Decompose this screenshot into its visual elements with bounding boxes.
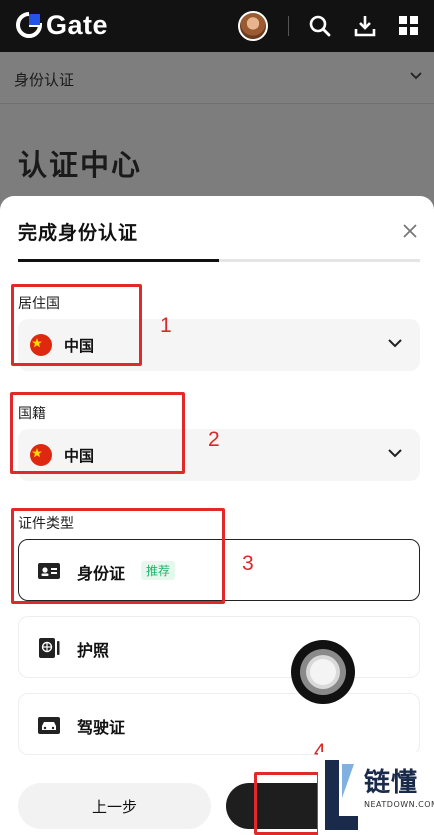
annotation-box-1 [11,284,142,366]
identity-subnav[interactable]: 身份认证 [0,52,434,104]
page-title: 认证中心 [18,148,143,182]
chevron-down-icon [388,339,402,348]
prev-button[interactable]: 上一步 [18,783,211,829]
gate-logo[interactable]: Gate [16,9,108,41]
brand-name: Gate [46,9,109,40]
annotation-box-3 [11,508,225,604]
annotation-box-2 [10,392,185,474]
doc-option-label: 驾驶证 [77,718,126,737]
doc-option-label: 护照 [77,641,110,660]
passport-icon [39,638,60,658]
avatar[interactable] [238,11,268,41]
watermark-logo-icon [325,760,358,830]
progress-bar [18,259,420,262]
annotation-number-3: 3 [242,552,254,575]
download-icon[interactable] [352,13,378,39]
gate-logo-icon [16,12,42,38]
nav-divider [288,16,289,36]
subnav-label: 身份认证 [14,71,75,89]
close-icon[interactable] [401,222,419,240]
annotation-number-1: 1 [160,314,172,337]
annotation-box-4 [254,772,320,835]
grid-menu-icon[interactable] [396,13,422,39]
search-icon[interactable] [307,13,333,39]
assistive-touch-button[interactable] [291,640,355,704]
doc-option-drivers-license[interactable]: 驾驶证 [18,693,420,755]
progress-fill [18,259,219,262]
watermark-subtext: NEATDOWN.COM [364,800,434,809]
top-nav-bar: Gate [0,0,434,52]
chevron-down-icon [410,72,422,80]
watermark-text: 链懂 [364,768,419,798]
annotation-number-2: 2 [208,428,220,451]
sheet-title: 完成身份认证 [18,222,139,244]
watermark: 链懂 NEATDOWN.COM [318,752,434,835]
doc-option-passport[interactable]: 护照 [18,616,420,678]
drivers-license-icon [38,717,60,734]
chevron-down-icon [388,449,402,458]
